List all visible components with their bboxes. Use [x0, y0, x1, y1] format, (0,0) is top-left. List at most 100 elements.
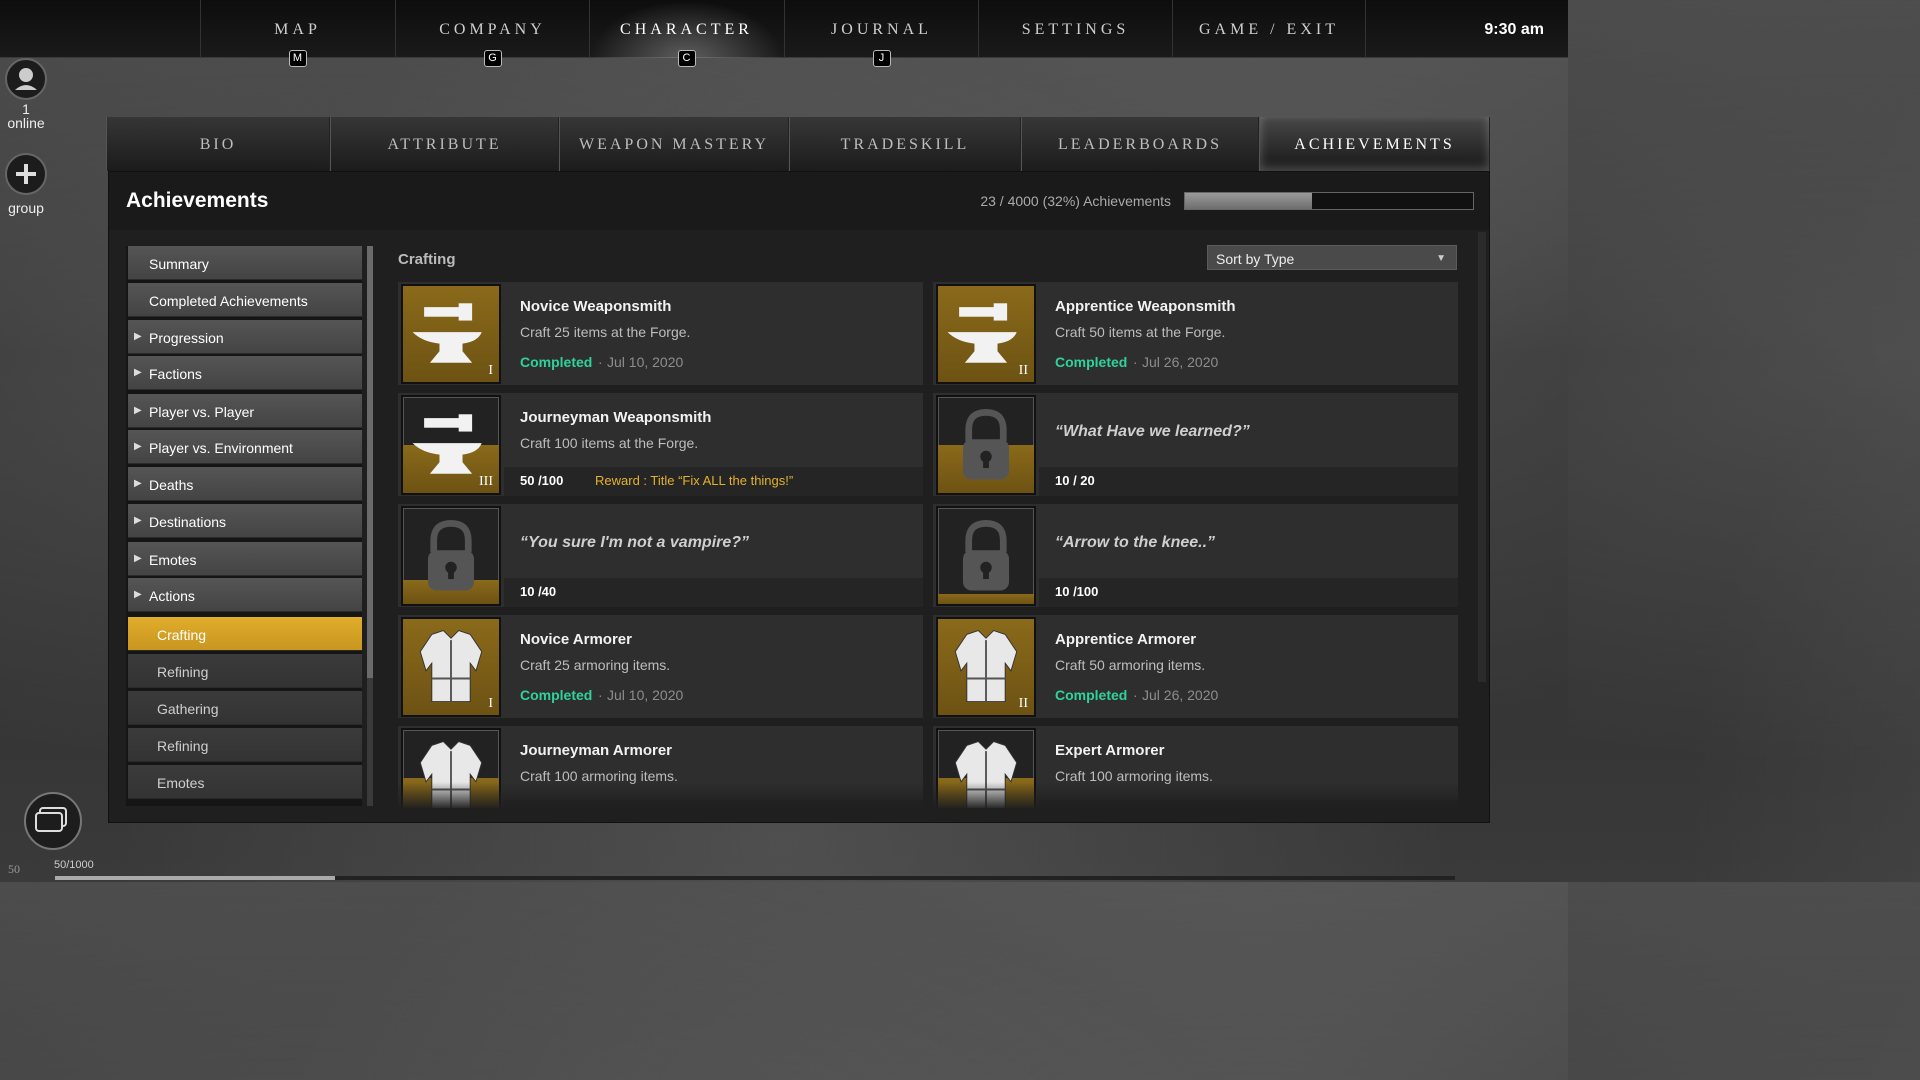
- tier-numeral: I: [488, 363, 493, 378]
- lock-icon: [936, 506, 1036, 606]
- nav-character[interactable]: CHARACTER C: [589, 0, 783, 67]
- chevron-down-icon: ▼: [1436, 253, 1446, 264]
- achievement-card[interactable]: “What Have we learned?” 10 / 20: [933, 393, 1458, 496]
- tab-achievements[interactable]: ACHIEVEMENTS: [1259, 117, 1490, 171]
- category-label: Player vs. Player: [149, 404, 255, 420]
- achievement-card[interactable]: III Journeyman Weaponsmith Craft 100 items…: [398, 393, 923, 496]
- category-item[interactable]: ▶ Deaths: [128, 467, 362, 501]
- achievement-hidden-title: “What Have we learned?”: [1055, 423, 1250, 440]
- achievement-description: Craft 25 armoring items.: [520, 657, 671, 673]
- category-label: Summary: [149, 256, 209, 272]
- achievement-hidden-title: “You sure I'm not a vampire?”: [520, 534, 750, 551]
- category-item[interactable]: Crafting: [128, 617, 362, 651]
- category-item[interactable]: ▶ Emotes: [128, 542, 362, 576]
- achievement-date: Jul 26, 2020: [1142, 354, 1219, 370]
- achievement-description: Craft 100 items at the Forge.: [520, 435, 699, 451]
- category-item[interactable]: ▶ Actions: [128, 578, 362, 612]
- character-subtabs: BIO ATTRIBUTE WEAPON MASTERY TRADESKILL …: [106, 117, 1490, 171]
- achievement-status: Completed: [1055, 687, 1128, 703]
- nav-character-hotkey: C: [677, 50, 696, 67]
- tab-tradeskill[interactable]: TRADESKILL: [789, 117, 1021, 171]
- nav-settings-label: SETTINGS: [1021, 21, 1130, 38]
- achievement-reward: Reward : Title “Fix ALL the things!”: [595, 473, 794, 488]
- status-separator: ·: [1133, 687, 1138, 703]
- status-separator: ·: [598, 687, 603, 703]
- achievement-card[interactable]: “Arrow to the knee..” 10 /100: [933, 504, 1458, 607]
- category-item[interactable]: Refining: [128, 728, 362, 762]
- xp-text: 50/1000: [54, 859, 94, 871]
- achievement-title: Journeyman Armorer: [520, 742, 672, 759]
- achievement-title: Journeyman Weaponsmith: [520, 409, 712, 426]
- tier-numeral: I: [488, 696, 493, 711]
- xp-bar: [55, 876, 1455, 880]
- nav-journal-hotkey: J: [872, 50, 891, 67]
- anvil-icon: II: [936, 284, 1036, 384]
- plus-icon: [16, 164, 36, 184]
- achievement-status: Completed: [1055, 354, 1128, 370]
- category-scrollbar[interactable]: [367, 246, 373, 806]
- chat-button[interactable]: [24, 792, 82, 850]
- category-label: Refining: [157, 738, 209, 754]
- nav-map[interactable]: MAP M: [200, 0, 394, 67]
- nav-settings[interactable]: SETTINGS: [978, 0, 1172, 58]
- anvil-icon: III: [401, 395, 501, 495]
- icon-glyph: [403, 619, 499, 715]
- category-item[interactable]: ▶ Player vs. Player: [128, 394, 362, 428]
- achievement-scrollbar[interactable]: [1478, 232, 1486, 682]
- achievement-card[interactable]: I Novice Armorer Craft 25 armoring items. C…: [398, 615, 923, 718]
- expand-arrow-icon: ▶: [134, 478, 142, 489]
- achievements-progress-text: 23 / 4000 (32%) Achievements: [980, 193, 1171, 209]
- achievement-card[interactable]: “You sure I'm not a vampire?” 10 /40: [398, 504, 923, 607]
- category-scrollbar-thumb[interactable]: [367, 246, 373, 678]
- tier-numeral: II: [1018, 363, 1028, 378]
- category-item[interactable]: Emotes: [128, 765, 362, 799]
- category-item[interactable]: ▶ Factions: [128, 356, 362, 390]
- lock-icon: [936, 395, 1036, 495]
- tier-numeral: II: [1018, 696, 1028, 711]
- social-button[interactable]: [5, 58, 47, 100]
- achievement-card[interactable]: II Apprentice Armorer Craft 50 armoring it…: [933, 615, 1458, 718]
- category-item[interactable]: Gathering: [128, 691, 362, 725]
- sort-dropdown[interactable]: Sort by Type ▼: [1207, 245, 1457, 270]
- achievement-date: Jul 26, 2020: [1142, 687, 1219, 703]
- category-item[interactable]: ▶ Player vs. Environment: [128, 430, 362, 464]
- category-label: Completed Achievements: [149, 293, 308, 309]
- nav-game-exit[interactable]: GAME / EXIT: [1172, 0, 1366, 58]
- nav-game-exit-label: GAME / EXIT: [1199, 21, 1339, 38]
- nav-journal[interactable]: JOURNAL J: [784, 0, 978, 67]
- achievement-progress: 10 / 20: [1055, 473, 1095, 488]
- scroll-fade: [398, 782, 1460, 808]
- expand-arrow-icon: ▶: [134, 367, 142, 378]
- achievement-date: Jul 10, 2020: [607, 687, 684, 703]
- achievement-date: Jul 10, 2020: [607, 354, 684, 370]
- category-item[interactable]: Summary: [128, 246, 362, 280]
- online-label: online: [7, 115, 45, 131]
- expand-arrow-icon: ▶: [134, 441, 142, 452]
- tab-attribute[interactable]: ATTRIBUTE: [330, 117, 559, 171]
- category-item[interactable]: Refining: [128, 654, 362, 688]
- nav-map-label: MAP: [274, 21, 321, 38]
- online-count: 1: [22, 101, 30, 117]
- anvil-icon: I: [401, 284, 501, 384]
- category-label: Gathering: [157, 701, 219, 717]
- category-item[interactable]: ▶ Progression: [128, 320, 362, 354]
- achievement-card[interactable]: II Apprentice Weaponsmith Craft 50 items a…: [933, 282, 1458, 385]
- category-label: Actions: [149, 588, 195, 604]
- nav-company[interactable]: COMPANY G: [395, 0, 589, 67]
- achievement-card[interactable]: I Novice Weaponsmith Craft 25 items at the…: [398, 282, 923, 385]
- category-list: Summary Completed Achievements ▶ Progressio…: [126, 246, 362, 806]
- status-separator: ·: [598, 354, 603, 370]
- tab-leaderboards[interactable]: LEADERBOARDS: [1021, 117, 1259, 171]
- category-item[interactable]: Completed Achievements: [128, 283, 362, 317]
- add-group-button[interactable]: [5, 153, 47, 195]
- icon-glyph: [938, 397, 1034, 493]
- tab-bio[interactable]: BIO: [106, 117, 330, 171]
- nav-company-hotkey: G: [483, 50, 502, 67]
- achievement-description: Craft 50 armoring items.: [1055, 657, 1206, 673]
- status-separator: ·: [1133, 354, 1138, 370]
- achievement-status: Completed: [520, 354, 593, 370]
- tab-weapon-mastery[interactable]: WEAPON MASTERY: [559, 117, 789, 171]
- expand-arrow-icon: ▶: [134, 515, 142, 526]
- category-item[interactable]: ▶ Destinations: [128, 504, 362, 538]
- achievement-progress: 10 /40: [520, 584, 557, 599]
